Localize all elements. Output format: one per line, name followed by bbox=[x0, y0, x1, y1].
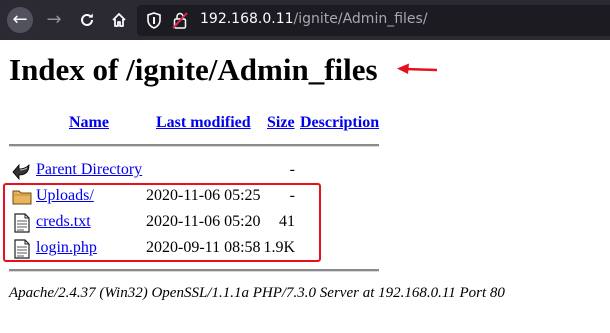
insecure-lock-icon[interactable] bbox=[172, 12, 188, 29]
home-icon bbox=[112, 13, 126, 27]
back-button[interactable]: ← bbox=[7, 7, 33, 33]
divider-bottom bbox=[9, 269, 379, 272]
divider-top bbox=[9, 144, 379, 147]
back-arrow-icon bbox=[12, 163, 30, 181]
column-header-description[interactable]: Description bbox=[300, 114, 379, 132]
parent-directory-size: - bbox=[289, 161, 295, 178]
column-header-size[interactable]: Size bbox=[267, 114, 295, 132]
address-bar[interactable]: 192.168.0.11/ignite/Admin_files/ bbox=[137, 5, 610, 36]
server-signature: Apache/2.4.37 (Win32) OpenSSL/1.1.1a PHP… bbox=[9, 285, 505, 301]
url-path: /ignite/Admin_files/ bbox=[293, 11, 428, 27]
column-header-name[interactable]: Name bbox=[69, 114, 109, 132]
reload-icon bbox=[81, 13, 93, 26]
annotation-arrow-icon bbox=[397, 63, 438, 74]
arrow-right-icon: → bbox=[46, 9, 62, 30]
column-header-last-modified[interactable]: Last modified bbox=[156, 114, 251, 132]
url-host: 192.168.0.11 bbox=[200, 11, 294, 27]
url-text: 192.168.0.11/ignite/Admin_files/ bbox=[200, 11, 428, 27]
parent-directory-link[interactable]: Parent Directory bbox=[36, 161, 142, 179]
annotation-highlight-box bbox=[3, 183, 321, 262]
arrow-left-icon: ← bbox=[12, 9, 28, 30]
parent-directory-row: Parent Directory - bbox=[9, 160, 389, 182]
reload-button[interactable] bbox=[74, 7, 100, 33]
tracking-shield-icon[interactable] bbox=[147, 12, 161, 29]
forward-button[interactable]: → bbox=[41, 7, 67, 33]
page-title: Index of /ignite/Admin_files bbox=[9, 52, 378, 87]
browser-toolbar: ← → 192.168.0.11/ignite/Admin_files/ bbox=[0, 0, 610, 40]
home-button[interactable] bbox=[106, 7, 132, 33]
